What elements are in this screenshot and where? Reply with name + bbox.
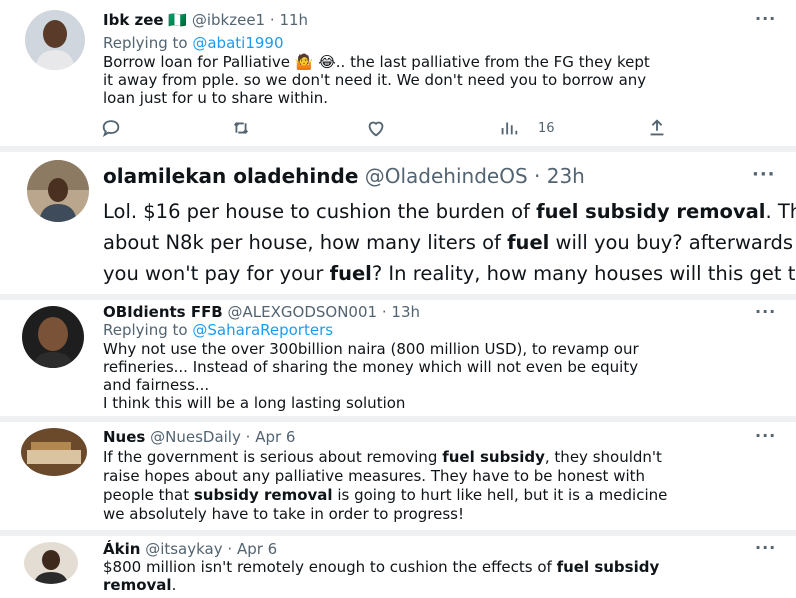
avatar[interactable] [21, 428, 87, 476]
tweet-akin[interactable]: Ákin @itsaykay · Apr 6 ··· $800 million … [0, 536, 796, 598]
dot-separator: · [269, 11, 275, 29]
tweet-obidients[interactable]: OBIdients FFB @ALEXGODSON001 · 13h ··· R… [0, 300, 796, 416]
display-name[interactable]: Nues [103, 428, 145, 446]
timestamp[interactable]: 11h [279, 11, 308, 29]
reply-button[interactable] [100, 116, 122, 140]
tweet-header: Nues @NuesDaily · Apr 6 [103, 428, 295, 446]
display-name[interactable]: olamilekan oladehinde [103, 164, 358, 188]
avatar[interactable] [25, 10, 85, 70]
action-bar: 16 [100, 116, 680, 140]
tweet-text: Why not use the over 300billion naira (8… [103, 340, 639, 412]
replying-to: Replying to @SaharaReporters [103, 321, 333, 339]
tweet-nues[interactable]: Nues @NuesDaily · Apr 6 ··· If the gover… [0, 422, 796, 530]
text-line: $800 million isn't remotely enough to cu… [103, 558, 660, 576]
share-button[interactable] [646, 116, 668, 140]
keyword-highlight: subsidy removal [193, 486, 333, 504]
text-line: I think this will be a long lasting solu… [103, 394, 406, 412]
handle[interactable]: @NuesDaily [150, 428, 241, 446]
like-icon [368, 121, 384, 137]
keyword-highlight: fuel [329, 262, 372, 285]
handle[interactable]: @ibkzee1 [192, 11, 265, 29]
tweet-header: olamilekan oladehinde @OladehindeOS · 23… [103, 164, 585, 188]
tweet-oladehinde[interactable]: olamilekan oladehinde @OladehindeOS · 23… [0, 152, 796, 295]
replying-to: Replying to @abati1990 [103, 34, 284, 52]
tweet-text: $800 million isn't remotely enough to cu… [103, 558, 659, 594]
more-icon[interactable]: ··· [755, 538, 776, 557]
tweet-ibkzee[interactable]: Ibk zee 🇳🇬 @ibkzee1 · 11h ··· Replying t… [0, 0, 796, 146]
text-line: raise hopes about any palliative measure… [103, 467, 646, 485]
timestamp[interactable]: Apr 6 [237, 540, 277, 558]
handle[interactable]: @ALEXGODSON001 [228, 303, 378, 321]
text-line: you won't pay for your fuel? In reality,… [103, 262, 796, 285]
reply-icon [102, 120, 120, 137]
text-line: Borrow loan for Palliative 🤷 😂.. the las… [103, 53, 650, 71]
more-icon[interactable]: ··· [755, 9, 776, 28]
flag-emoji: 🇳🇬 [168, 11, 188, 29]
text-line: it away from pple. so we don't need it. … [103, 71, 647, 89]
more-icon[interactable]: ··· [755, 426, 776, 445]
dot-separator: · [381, 303, 387, 321]
text-line: about N8k per house, how many liters of … [103, 231, 794, 254]
keyword-highlight: fuel subsidy [442, 448, 545, 466]
handle[interactable]: @itsaykay [145, 540, 222, 558]
timestamp[interactable]: 13h [391, 303, 420, 321]
text-line: and fairness... [103, 376, 210, 394]
keyword-highlight: fuel [507, 231, 550, 254]
keyword-highlight: fuel subsidy [556, 558, 660, 576]
keyword-highlight: removal [103, 576, 172, 594]
replying-label: Replying to [103, 321, 188, 339]
timestamp[interactable]: 23h [547, 164, 585, 188]
retweet-button[interactable] [230, 116, 252, 140]
tweet-header: Ákin @itsaykay · Apr 6 [103, 540, 277, 558]
display-name[interactable]: Ibk zee [103, 11, 164, 29]
text-line: loan just for u to share within. [103, 89, 329, 107]
dot-separator: · [245, 428, 251, 446]
retweet-icon [233, 122, 249, 134]
views-button[interactable]: 16 [498, 116, 555, 140]
handle[interactable]: @OladehindeOS [365, 164, 528, 188]
reply-target-link[interactable]: @SaharaReporters [192, 321, 333, 339]
more-icon[interactable]: ··· [752, 164, 776, 185]
avatar[interactable] [24, 542, 78, 584]
replying-label: Replying to [103, 34, 188, 52]
avatar[interactable] [22, 306, 84, 368]
views-icon [501, 122, 518, 135]
tweet-header: OBIdients FFB @ALEXGODSON001 · 13h [103, 303, 420, 321]
display-name[interactable]: Ákin [103, 540, 140, 558]
avatar[interactable] [27, 160, 89, 222]
reply-target-link[interactable]: @abati1990 [192, 34, 283, 52]
tweet-text: Lol. $16 per house to cushion the burden… [103, 196, 796, 289]
like-button[interactable] [365, 116, 387, 140]
tweet-header: Ibk zee 🇳🇬 @ibkzee1 · 11h [103, 11, 308, 29]
text-line: refineries... Instead of sharing the mon… [103, 358, 639, 376]
dot-separator: · [534, 164, 541, 188]
display-name[interactable]: OBIdients FFB [103, 303, 223, 321]
tweet-text: Borrow loan for Palliative 🤷 😂.. the las… [103, 53, 650, 107]
text-line: removal. [103, 576, 177, 594]
tweet-text: If the government is serious about remov… [103, 448, 667, 524]
text-line: we absolutely have to take in order to p… [103, 505, 464, 523]
more-icon[interactable]: ··· [755, 302, 776, 321]
share-icon [650, 119, 664, 136]
keyword-highlight: fuel subsidy removal [536, 200, 766, 223]
timestamp[interactable]: Apr 6 [255, 428, 295, 446]
text-line: people that subsidy removal is going to … [103, 486, 668, 504]
text-line: If the government is serious about remov… [103, 448, 662, 466]
text-line: Why not use the over 300billion naira (8… [103, 340, 639, 358]
dot-separator: · [227, 540, 233, 558]
text-line: Lol. $16 per house to cushion the burden… [103, 200, 796, 223]
views-count: 16 [538, 120, 555, 136]
